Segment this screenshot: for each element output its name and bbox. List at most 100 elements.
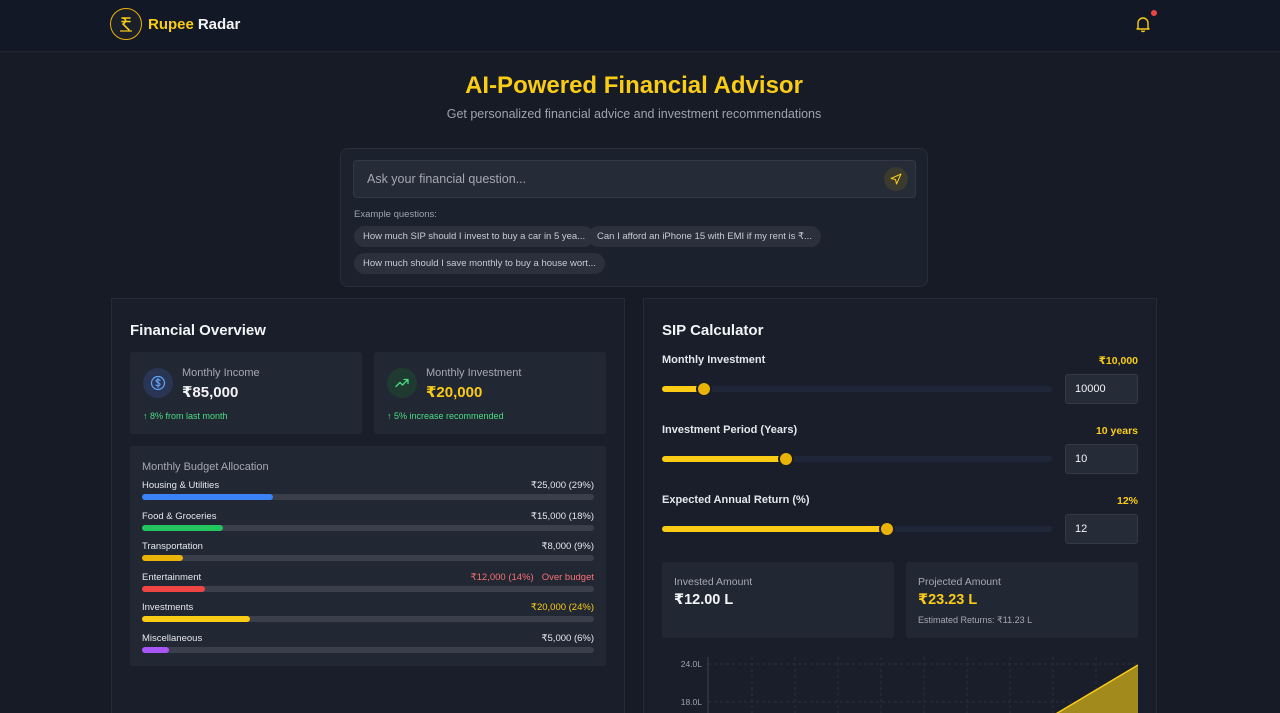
budget-bar-fill [142,525,224,531]
arrow-up-icon: ↑ [387,411,395,421]
monthly-investment-slider[interactable] [662,381,1052,397]
budget-allocation-title: Monthly Budget Allocation [142,461,269,473]
budget-row: Miscellaneous ₹5,000 (6%) [142,633,594,655]
budget-allocation: Monthly Budget Allocation Housing & Util… [130,446,606,666]
investment-period-slider[interactable] [662,451,1052,467]
monthly-income-note-text: 8% from last month [150,411,228,421]
annual-return-input[interactable] [1065,514,1138,544]
trending-up-icon [387,368,417,398]
notification-badge [1151,10,1157,16]
monthly-income-card: Monthly Income ₹85,000 ↑ 8% from last mo… [130,352,362,434]
annual-return-slider-label: Expected Annual Return (%) [662,494,810,506]
budget-bar-fill [142,494,274,500]
financial-overview-card: Financial Overview Monthly Income ₹85,00… [111,298,625,713]
annual-return-display: 12% [1116,495,1138,507]
budget-amount-text: ₹15,000 (18%) [530,511,594,522]
dollar-icon [143,368,173,398]
budget-row: Investments ₹20,000 (24%) [142,602,594,624]
question-input[interactable] [353,160,916,198]
logo[interactable]: Rupee Radar [110,8,240,40]
budget-row: Transportation ₹8,000 (9%) [142,541,594,563]
slider-handle[interactable] [696,381,713,397]
budget-category: Transportation [142,541,203,552]
monthly-investment-label: Monthly Investment [426,367,522,379]
send-button[interactable] [884,167,908,191]
monthly-investment-note-text: 5% increase recommended [394,411,504,421]
sip-calculator-card: SIP Calculator Monthly Investment ₹10,00… [643,298,1157,713]
budget-bar-fill [142,555,183,561]
page-subtitle: Get personalized financial advice and in… [446,107,822,121]
investment-period-input[interactable] [1065,444,1138,474]
budget-bar [142,525,594,531]
budget-bar-fill [142,586,206,592]
rupee-logo-icon [110,8,142,40]
budget-bar [142,616,594,622]
budget-amount-text: ₹12,000 (14%) [470,572,534,583]
example-chip-2[interactable]: Can I afford an iPhone 15 with EMI if my… [588,226,821,247]
budget-bar [142,647,594,653]
over-budget-badge: Over budget [541,572,594,583]
sip-growth-chart: 24.0L 18.0L [681,657,1138,713]
slider-fill [662,526,888,532]
budget-amount: ₹15,000 (18%) [531,511,594,522]
budget-amount: ₹20,000 (24%) [531,602,594,613]
budget-category: Miscellaneous [142,633,203,644]
budget-amount-text: ₹20,000 (24%) [530,602,594,613]
sip-calculator-title: SIP Calculator [662,322,764,339]
budget-category: Entertainment [142,572,202,583]
page-title: AI-Powered Financial Advisor [465,72,803,99]
budget-row: Food & Groceries ₹15,000 (18%) [142,511,594,533]
budget-bar [142,494,594,500]
monthly-income-value: ₹85,000 [182,384,239,401]
monthly-investment-slider-label: Monthly Investment [662,354,766,366]
budget-category: Housing & Utilities [142,480,220,491]
monthly-investment-card: Monthly Investment ₹20,000 ↑ 5% increase… [374,352,606,434]
budget-amount-text: ₹25,000 (29%) [530,480,594,491]
projected-amount-card: Projected Amount ₹23.23 L Estimated Retu… [906,562,1138,638]
budget-bar [142,586,594,592]
projected-amount-label: Projected Amount [918,576,1001,588]
budget-bar-fill [142,647,170,653]
slider-handle[interactable] [778,451,795,467]
ask-panel: Example questions: How much SIP should I… [340,148,928,287]
example-chip-1[interactable]: How much SIP should I invest to buy a ca… [354,226,595,247]
financial-overview-title: Financial Overview [130,322,266,339]
arrow-up-icon: ↑ [143,411,151,421]
slider-fill [662,456,787,462]
projected-amount-value: ₹23.23 L [918,592,978,608]
budget-amount: ₹12,000 (14%) Over budget [471,572,594,583]
budget-bar [142,555,594,561]
slider-handle[interactable] [879,521,896,537]
budget-bar-fill [142,616,251,622]
investment-period-display: 10 years [1095,425,1138,437]
budget-amount-text: ₹5,000 (6%) [541,633,594,644]
brand-name: Rupee Radar [148,16,240,33]
budget-category: Investments [142,602,194,613]
monthly-investment-input[interactable] [1065,374,1138,404]
monthly-investment-display: ₹10,000 [1098,355,1138,367]
monthly-investment-value: ₹20,000 [426,384,483,401]
monthly-investment-note: ↑ 5% increase recommended [387,411,504,421]
annual-return-slider[interactable] [662,521,1052,537]
invested-amount-value: ₹12.00 L [674,592,734,608]
bell-icon[interactable] [1134,15,1152,33]
budget-row: Housing & Utilities ₹25,000 (29%) [142,480,594,502]
budget-amount-text: ₹8,000 (9%) [541,541,594,552]
y-tick-label: 18.0L [681,697,703,707]
brand-name-part1: Rupee [148,15,194,33]
budget-amount: ₹8,000 (9%) [541,541,594,552]
investment-period-slider-label: Investment Period (Years) [662,424,798,436]
estimated-returns-note: Estimated Returns: ₹11.23 L [918,615,1033,625]
budget-amount: ₹5,000 (6%) [541,633,594,644]
y-tick-label: 24.0L [681,659,703,669]
monthly-income-label: Monthly Income [182,367,260,379]
budget-category: Food & Groceries [142,511,217,522]
invested-amount-label: Invested Amount [674,576,753,588]
examples-label: Example questions: [354,209,437,220]
example-chip-3[interactable]: How much should I save monthly to buy a … [354,253,605,274]
send-icon [890,173,902,185]
monthly-income-note: ↑ 8% from last month [143,411,228,421]
invested-amount-card: Invested Amount ₹12.00 L [662,562,894,638]
top-bar: Rupee Radar [0,0,1280,52]
budget-row: Entertainment ₹12,000 (14%) Over budget [142,572,594,594]
